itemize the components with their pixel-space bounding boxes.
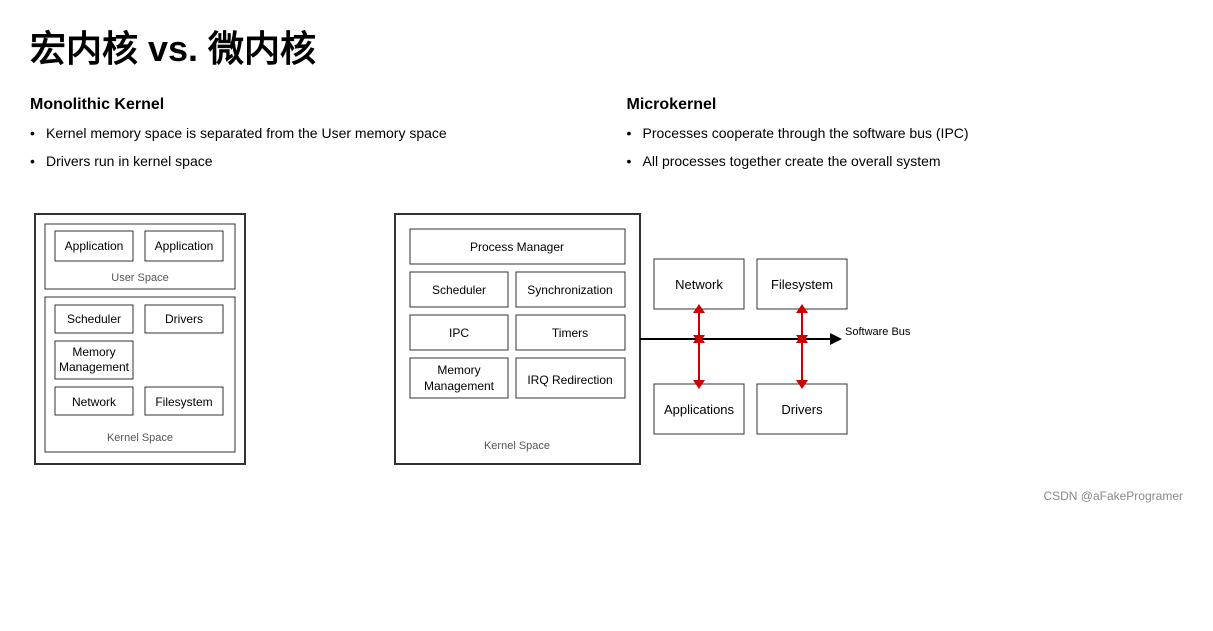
svg-text:Kernel Space: Kernel Space xyxy=(484,440,550,452)
microkernel-diagram: Process Manager Scheduler Synchronizatio… xyxy=(390,209,950,469)
svg-text:Process Manager: Process Manager xyxy=(470,240,564,254)
microkernel-bullets: Processes cooperate through the software… xyxy=(627,124,1184,171)
svg-text:Drivers: Drivers xyxy=(165,312,203,326)
svg-text:Applications: Applications xyxy=(664,402,735,417)
diagrams-container: Application Application User Space Sched… xyxy=(30,209,1183,469)
svg-text:Application: Application xyxy=(65,239,124,253)
svg-text:Management: Management xyxy=(59,360,130,374)
monolithic-bullets: Kernel memory space is separated from th… xyxy=(30,124,587,171)
svg-text:Drivers: Drivers xyxy=(781,402,823,417)
svg-text:Scheduler: Scheduler xyxy=(432,283,486,297)
svg-text:IRQ Redirection: IRQ Redirection xyxy=(527,373,612,387)
microkernel-bullet-2: All processes together create the overal… xyxy=(627,152,1184,172)
svg-text:Kernel Space: Kernel Space xyxy=(107,432,173,444)
svg-text:Filesystem: Filesystem xyxy=(155,395,212,409)
page-title: 宏内核 vs. 微内核 xyxy=(30,20,1183,72)
svg-text:Filesystem: Filesystem xyxy=(771,277,833,292)
svg-text:Network: Network xyxy=(675,277,723,292)
microkernel-section: Microkernel Processes cooperate through … xyxy=(627,96,1184,179)
monolithic-bullet-2: Drivers run in kernel space xyxy=(30,152,587,172)
svg-text:IPC: IPC xyxy=(449,326,469,340)
svg-text:Timers: Timers xyxy=(552,326,588,340)
monolithic-diagram: Application Application User Space Sched… xyxy=(30,209,250,469)
monolithic-section: Monolithic Kernel Kernel memory space is… xyxy=(30,96,587,179)
footer-credit: CSDN @aFakeProgramer xyxy=(30,489,1183,503)
svg-text:Memory: Memory xyxy=(437,363,480,377)
monolithic-bullet-1: Kernel memory space is separated from th… xyxy=(30,124,587,144)
svg-text:Network: Network xyxy=(72,395,117,409)
svg-text:Memory: Memory xyxy=(72,345,115,359)
svg-text:User Space: User Space xyxy=(111,272,168,284)
svg-text:Synchronization: Synchronization xyxy=(527,283,612,297)
monolithic-heading: Monolithic Kernel xyxy=(30,96,587,114)
microkernel-bullet-1: Processes cooperate through the software… xyxy=(627,124,1184,144)
svg-text:Scheduler: Scheduler xyxy=(67,312,121,326)
svg-text:Application: Application xyxy=(155,239,214,253)
svg-text:Management: Management xyxy=(424,379,495,393)
svg-text:Software Bus: Software Bus xyxy=(845,326,911,338)
microkernel-heading: Microkernel xyxy=(627,96,1184,114)
